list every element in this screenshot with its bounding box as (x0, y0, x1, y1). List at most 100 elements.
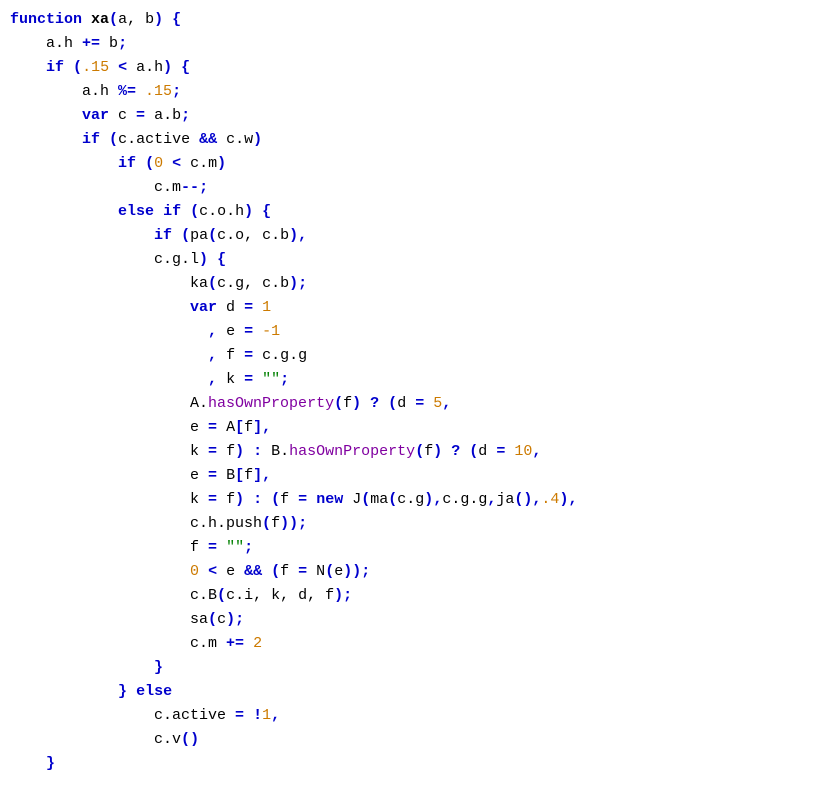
op-semi: ; (199, 179, 208, 196)
op-rparen: ) (217, 155, 226, 172)
fn-params: a, b (118, 11, 154, 28)
expr: c.i, k, d, f (226, 587, 334, 604)
op-comma: , (271, 707, 280, 724)
expr: k (190, 443, 208, 460)
expr: f (244, 419, 253, 436)
op-lt: < (172, 155, 181, 172)
expr: J (343, 491, 361, 508)
op-comma: , (262, 419, 271, 436)
op-rparen: ) (289, 227, 298, 244)
op-rparen: ) (289, 275, 298, 292)
expr: c.m (181, 155, 217, 172)
fn-name: xa (91, 11, 109, 28)
op-lparen: ( (145, 155, 154, 172)
op-lparen: ( (388, 491, 397, 508)
num: -1 (262, 323, 280, 340)
op-eq: = (208, 467, 217, 484)
op-rparen: ) (352, 563, 361, 580)
expr: e (190, 419, 208, 436)
prop-hasOwnProperty: hasOwnProperty (208, 395, 334, 412)
expr: f (217, 443, 235, 460)
op-rparen: ) (280, 515, 289, 532)
kw-var: var (190, 299, 217, 316)
op-lparen: ( (469, 443, 478, 460)
num: .15 (136, 83, 172, 100)
op-comma: , (208, 323, 217, 340)
op-semi: ; (280, 371, 289, 388)
op-lparen: ( (415, 443, 424, 460)
op-rparen: ) (163, 59, 172, 76)
expr: k (217, 371, 244, 388)
expr: c (217, 611, 226, 628)
op-rparen: ) (244, 203, 253, 220)
expr: d (478, 443, 496, 460)
op-lparen: ( (109, 131, 118, 148)
op-rparen: ) (352, 395, 361, 412)
expr: f (217, 347, 244, 364)
op-eq: = (235, 707, 244, 724)
call: ma (370, 491, 388, 508)
op-eq: = (298, 491, 307, 508)
op-semi: ; (361, 563, 370, 580)
expr: b (100, 35, 118, 52)
op-pluseq: += (82, 35, 100, 52)
op-lparen: ( (271, 491, 280, 508)
op-rparen: ) (199, 251, 208, 268)
op-rparen: ) (235, 443, 244, 460)
op-lparen: ( (181, 227, 190, 244)
expr: c.active (154, 707, 235, 724)
op-lparen: ( (208, 227, 217, 244)
op-semi: ; (235, 611, 244, 628)
call: c.v (154, 731, 181, 748)
num: 2 (253, 635, 262, 652)
op-lparen: ( (190, 203, 199, 220)
op-eq: = (208, 491, 217, 508)
str: "" (226, 539, 244, 556)
expr: d (217, 299, 244, 316)
call: ja (496, 491, 514, 508)
op-lt: < (208, 563, 217, 580)
op-eq: = (208, 443, 217, 460)
op-lparen: ( (109, 11, 118, 28)
expr: c.w (217, 131, 253, 148)
expr: f (271, 515, 280, 532)
expr: c.o, c.b (217, 227, 289, 244)
op-rparen: ) (289, 515, 298, 532)
op-rparen: ) (424, 491, 433, 508)
expr: e (190, 467, 208, 484)
op-lparen: ( (361, 491, 370, 508)
prop-hasOwnProperty: hasOwnProperty (289, 443, 415, 460)
op-comma: , (487, 491, 496, 508)
expr: f (343, 395, 352, 412)
op-pluseq: += (226, 635, 244, 652)
kw-if: if (82, 131, 100, 148)
op-comma: , (208, 371, 217, 388)
kw-else: else (118, 203, 154, 220)
expr: N (307, 563, 325, 580)
op-eq: = (496, 443, 505, 460)
op-rbrace: } (46, 755, 55, 772)
op-rparen: ) (433, 443, 442, 460)
op-lparen: ( (181, 731, 190, 748)
kw-new: new (316, 491, 343, 508)
op-lbrace: { (217, 251, 226, 268)
call: ka (190, 275, 208, 292)
kw-function: function (10, 11, 82, 28)
op-bang: ! (253, 707, 262, 724)
op-eq: = (136, 107, 145, 124)
op-qmark: ? (370, 395, 379, 412)
op-rbrack: ] (253, 419, 262, 436)
op-lparen: ( (73, 59, 82, 76)
num: 5 (433, 395, 442, 412)
expr: c (109, 107, 136, 124)
op-eq: = (244, 299, 253, 316)
expr: c.g.g (442, 491, 487, 508)
op-lparen: ( (217, 587, 226, 604)
op-rparen: ) (334, 587, 343, 604)
op-eq: = (244, 371, 253, 388)
expr: f (280, 563, 298, 580)
op-minmin: -- (181, 179, 199, 196)
op-semi: ; (181, 107, 190, 124)
op-rparen: ) (226, 611, 235, 628)
op-eq: = (415, 395, 424, 412)
